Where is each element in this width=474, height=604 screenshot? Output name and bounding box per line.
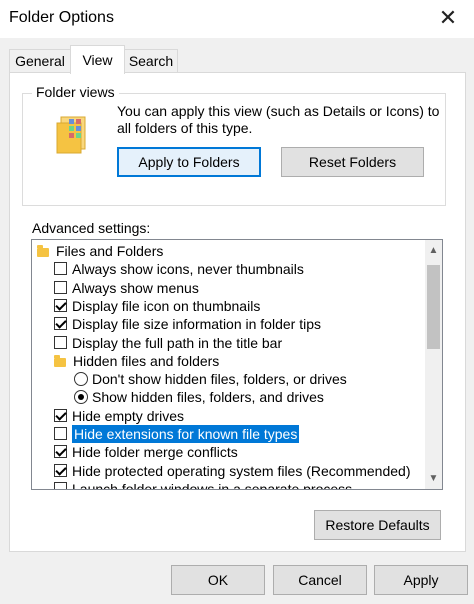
setting-label: Always show icons, never thumbnails xyxy=(72,261,304,278)
advanced-settings-label: Advanced settings: xyxy=(32,220,151,236)
setting-checkbox[interactable] xyxy=(54,463,67,477)
restore-defaults-button[interactable]: Restore Defaults xyxy=(314,510,441,540)
settings-row[interactable]: Show hidden files, folders, and drives xyxy=(32,388,424,406)
settings-row[interactable]: Hide protected operating system files (R… xyxy=(32,462,424,480)
setting-checkbox[interactable] xyxy=(54,317,67,331)
setting-checkbox[interactable] xyxy=(54,280,67,294)
settings-row[interactable]: Launch folder windows in a separate proc… xyxy=(32,480,424,490)
settings-row[interactable]: Hide folder merge conflicts xyxy=(32,443,424,461)
setting-checkbox[interactable] xyxy=(54,298,67,312)
tab-view[interactable]: View xyxy=(70,45,125,74)
ok-button[interactable]: OK xyxy=(171,565,265,595)
setting-label: Hide folder merge conflicts xyxy=(72,444,238,461)
title-bar: Folder Options ✕ xyxy=(0,0,474,38)
tab-general[interactable]: General xyxy=(9,49,71,72)
folder-views-legend: Folder views xyxy=(32,84,119,100)
setting-label: Display file icon on thumbnails xyxy=(72,297,261,314)
setting-label: Launch folder windows in a separate proc… xyxy=(72,480,353,490)
setting-label: Hide extensions for known file types xyxy=(70,424,301,444)
setting-checkbox[interactable] xyxy=(54,481,67,489)
folder-views-description-line1: You can apply this view (such as Details… xyxy=(117,103,440,119)
settings-row: Hidden files and folders xyxy=(32,352,424,370)
apply-to-folders-button[interactable]: Apply to Folders xyxy=(117,147,261,177)
cancel-button[interactable]: Cancel xyxy=(273,565,367,595)
settings-row[interactable]: Display file size information in folder … xyxy=(32,315,424,333)
folder-views-description-line2: all folders of this type. xyxy=(117,120,253,136)
settings-row: Files and Folders xyxy=(32,242,424,260)
settings-row[interactable]: Hide empty drives xyxy=(32,407,424,425)
settings-row[interactable]: Display file icon on thumbnails xyxy=(32,297,424,315)
setting-label: Don't show hidden files, folders, or dri… xyxy=(92,371,347,388)
tab-search[interactable]: Search xyxy=(124,49,178,72)
scroll-thumb[interactable] xyxy=(427,265,440,349)
folder-views-icon xyxy=(55,115,91,155)
reset-folders-button[interactable]: Reset Folders xyxy=(281,147,424,177)
settings-row[interactable]: Display the full path in the title bar xyxy=(32,334,424,352)
setting-checkbox[interactable] xyxy=(54,427,67,440)
setting-checkbox[interactable] xyxy=(54,408,67,422)
setting-label: Show hidden files, folders, and drives xyxy=(92,389,324,406)
advanced-settings-list[interactable]: Launch folder windows in a separate proc… xyxy=(31,239,443,490)
setting-radio[interactable] xyxy=(74,390,88,405)
setting-label: Hide empty drives xyxy=(72,407,185,424)
close-icon[interactable]: ✕ xyxy=(430,2,466,34)
setting-radio[interactable] xyxy=(74,372,88,387)
settings-row[interactable]: Always show menus xyxy=(32,279,424,297)
scroll-up-icon[interactable]: ▲ xyxy=(425,242,442,259)
folder-icon xyxy=(37,245,49,257)
settings-row[interactable]: Hide extensions for known file types xyxy=(32,424,424,444)
window-title: Folder Options xyxy=(9,9,114,26)
setting-label: Hide protected operating system files (R… xyxy=(72,462,411,479)
setting-label: Files and Folders xyxy=(56,243,164,259)
settings-row[interactable]: Don't show hidden files, folders, or dri… xyxy=(32,370,424,388)
setting-checkbox[interactable] xyxy=(54,445,67,459)
setting-label: Always show menus xyxy=(72,279,199,296)
setting-checkbox[interactable] xyxy=(54,262,67,276)
list-scrollbar[interactable]: ▲ ▼ xyxy=(425,240,442,489)
folder-icon xyxy=(54,354,66,367)
scroll-down-icon[interactable]: ▼ xyxy=(425,470,442,487)
setting-checkbox[interactable] xyxy=(54,335,67,349)
settings-row[interactable]: Always show icons, never thumbnails xyxy=(32,260,424,278)
setting-label: Hidden files and folders xyxy=(73,352,220,369)
apply-button[interactable]: Apply xyxy=(374,565,468,595)
setting-label: Display the full path in the title bar xyxy=(72,334,283,351)
setting-label: Display file size information in folder … xyxy=(72,316,321,333)
